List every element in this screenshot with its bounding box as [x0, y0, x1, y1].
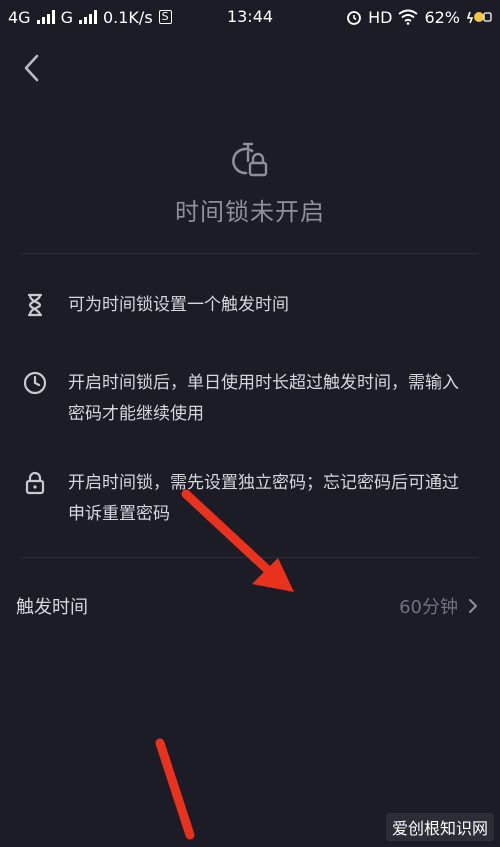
signal-icon-2 [78, 10, 97, 24]
trigger-time-row[interactable]: 触发时间 60分钟 [0, 578, 500, 634]
trigger-time-value: 60分钟 [399, 597, 458, 618]
feature-item-password: 开启时间锁，需先设置独立密码；忘记密码后可通过申诉重置密码 [22, 468, 478, 530]
alarm-icon [347, 11, 361, 25]
signal-icon [36, 10, 55, 24]
wifi-icon [398, 9, 419, 25]
network-speed: 0.1K/s [102, 7, 153, 27]
back-button[interactable] [14, 50, 50, 86]
feature-item-usage-limit: 开启时间锁后，单日使用时长超过触发时间，需输入密码才能继续使用 [22, 368, 478, 430]
network-4g-label: 4G [8, 7, 31, 27]
hd-label: HD [368, 7, 393, 27]
watermark: 爱创根知识网 [385, 813, 494, 841]
status-bar: 4G G 0.1K/s S 13:44 HD 62% [0, 0, 500, 34]
status-time: 13:44 [226, 7, 274, 26]
feature-item-trigger-time: 可为时间锁设置一个触发时间 [22, 290, 478, 321]
feature-text: 开启时间锁，需先设置独立密码；忘记密码后可通过申诉重置密码 [68, 473, 459, 524]
timer-lock-icon [232, 142, 268, 177]
lock-icon [25, 471, 45, 495]
chevron-right-icon [469, 599, 477, 613]
network-g-label: G [60, 7, 73, 27]
s-badge-icon: S [158, 10, 172, 24]
feature-text: 开启时间锁后，单日使用时长超过触发时间，需输入密码才能继续使用 [68, 373, 459, 424]
annotation-arrow-2 [155, 738, 195, 840]
battery-charging-icon [466, 11, 492, 24]
divider-top [22, 253, 478, 254]
feature-text: 可为时间锁设置一个触发时间 [68, 295, 289, 315]
page-title: 时间锁未开启 [175, 198, 325, 226]
clock-icon [23, 371, 47, 395]
trigger-time-label: 触发时间 [16, 597, 88, 618]
battery-percent: 62% [424, 7, 460, 27]
hourglass-icon [27, 293, 43, 317]
chevron-left-icon [24, 54, 39, 82]
divider-bottom [22, 557, 478, 558]
